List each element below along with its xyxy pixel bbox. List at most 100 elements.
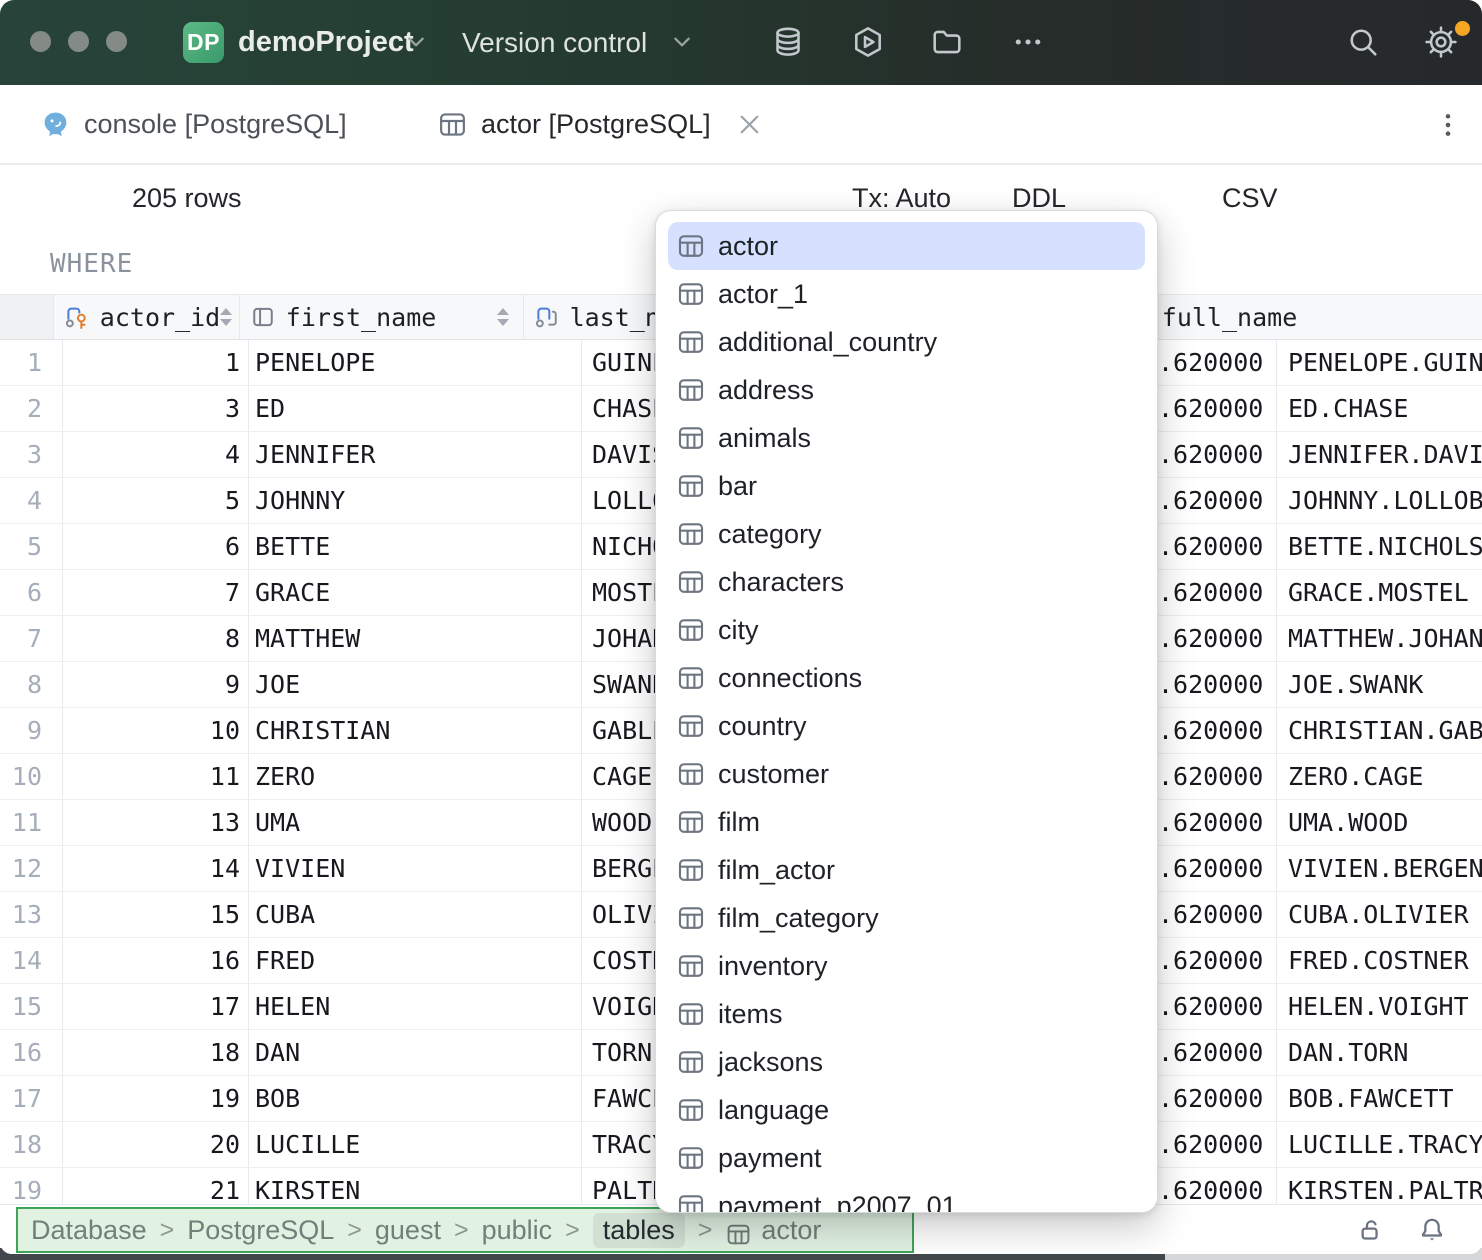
popup-table-item[interactable]: country	[668, 702, 1145, 750]
folder-icon[interactable]	[929, 24, 965, 60]
database-icon[interactable]	[770, 24, 806, 60]
cell-first-name[interactable]: LUCILLE	[249, 1122, 582, 1167]
cell-full-name[interactable]: CHRISTIAN.GABLE	[1277, 708, 1482, 753]
popup-table-item[interactable]: film_category	[668, 894, 1145, 942]
window-close-button[interactable]	[30, 31, 51, 52]
run-icon[interactable]	[850, 24, 886, 60]
tab-console-postgresql[interactable]: console [PostgreSQL]	[40, 85, 347, 163]
breadcrumb-item-tables[interactable]: tables	[593, 1213, 685, 1248]
cell-full-name[interactable]: CUBA.OLIVIER	[1277, 892, 1482, 937]
popup-table-item[interactable]: jacksons	[668, 1038, 1145, 1086]
popup-table-item[interactable]: items	[668, 990, 1145, 1038]
popup-table-item[interactable]: payment_p2007_01	[668, 1182, 1145, 1213]
cell-first-name[interactable]: DAN	[249, 1030, 582, 1075]
export-format-dropdown[interactable]: CSV	[1222, 165, 1278, 232]
cell-first-name[interactable]: KIRSTEN	[249, 1168, 582, 1204]
popup-table-item[interactable]: film	[668, 798, 1145, 846]
column-header-actor-id[interactable]: actor_id	[54, 295, 240, 339]
cell-first-name[interactable]: PENELOPE	[249, 340, 582, 385]
cell-actor-id[interactable]: 16	[63, 938, 249, 983]
cell-actor-id[interactable]: 7	[63, 570, 249, 615]
cell-first-name[interactable]: HELEN	[249, 984, 582, 1029]
cell-full-name[interactable]: FRED.COSTNER	[1277, 938, 1482, 983]
project-name-menu[interactable]: demoProject	[238, 0, 414, 85]
cell-first-name[interactable]: ED	[249, 386, 582, 431]
cell-full-name[interactable]: ZERO.CAGE	[1277, 754, 1482, 799]
cell-full-name[interactable]: DAN.TORN	[1277, 1030, 1482, 1075]
row-count-dropdown[interactable]: 205 rows	[132, 165, 242, 232]
cell-actor-id[interactable]: 8	[63, 616, 249, 661]
cell-first-name[interactable]: VIVIEN	[249, 846, 582, 891]
cell-actor-id[interactable]: 18	[63, 1030, 249, 1075]
column-header-first-name[interactable]: first_name	[240, 295, 524, 339]
popup-table-item[interactable]: bar	[668, 462, 1145, 510]
cell-actor-id[interactable]: 11	[63, 754, 249, 799]
cell-full-name[interactable]: LUCILLE.TRACY	[1277, 1122, 1482, 1167]
cell-actor-id[interactable]: 21	[63, 1168, 249, 1204]
sort-icon[interactable]	[497, 308, 509, 326]
cell-actor-id[interactable]: 4	[63, 432, 249, 477]
cell-actor-id[interactable]: 6	[63, 524, 249, 569]
more-vertical-icon[interactable]	[1432, 109, 1464, 141]
grid-corner-cell[interactable]	[0, 295, 54, 339]
cell-actor-id[interactable]: 17	[63, 984, 249, 1029]
popup-table-item[interactable]: actor_1	[668, 270, 1145, 318]
popup-table-item[interactable]: city	[668, 606, 1145, 654]
cell-first-name[interactable]: JOHNNY	[249, 478, 582, 523]
cell-full-name[interactable]: PENELOPE.GUINESS	[1277, 340, 1482, 385]
cell-actor-id[interactable]: 3	[63, 386, 249, 431]
bell-icon[interactable]	[1416, 1214, 1448, 1246]
cell-first-name[interactable]: CHRISTIAN	[249, 708, 582, 753]
cell-full-name[interactable]: JOE.SWANK	[1277, 662, 1482, 707]
cell-full-name[interactable]: KIRSTEN.PALTROW	[1277, 1168, 1482, 1204]
more-icon[interactable]	[1010, 24, 1046, 60]
breadcrumb-item-guest[interactable]: guest	[375, 1215, 441, 1246]
cell-actor-id[interactable]: 19	[63, 1076, 249, 1121]
cell-first-name[interactable]: MATTHEW	[249, 616, 582, 661]
popup-table-item[interactable]: characters	[668, 558, 1145, 606]
cell-full-name[interactable]: VIVIEN.BERGEN	[1277, 846, 1482, 891]
window-minimize-button[interactable]	[68, 31, 89, 52]
column-header-full-name[interactable]: full_name	[1116, 295, 1482, 339]
cell-full-name[interactable]: JOHNNY.LOLLOBRIGIDA	[1277, 478, 1482, 523]
cell-actor-id[interactable]: 20	[63, 1122, 249, 1167]
cell-first-name[interactable]: FRED	[249, 938, 582, 983]
where-filter-input[interactable]: WHERE	[50, 232, 133, 295]
cell-actor-id[interactable]: 14	[63, 846, 249, 891]
cell-first-name[interactable]: ZERO	[249, 754, 582, 799]
cell-first-name[interactable]: JOE	[249, 662, 582, 707]
popup-table-item[interactable]: connections	[668, 654, 1145, 702]
breadcrumb-item-database[interactable]: Database	[31, 1215, 147, 1246]
popup-table-item[interactable]: additional_country	[668, 318, 1145, 366]
cell-full-name[interactable]: ED.CHASE	[1277, 386, 1482, 431]
popup-table-item[interactable]: film_actor	[668, 846, 1145, 894]
popup-table-item[interactable]: customer	[668, 750, 1145, 798]
window-zoom-button[interactable]	[106, 31, 127, 52]
sort-icon[interactable]	[220, 308, 232, 326]
cell-actor-id[interactable]: 10	[63, 708, 249, 753]
project-badge[interactable]: DP	[183, 22, 224, 63]
cell-actor-id[interactable]: 13	[63, 800, 249, 845]
breadcrumb-item-postgresql[interactable]: PostgreSQL	[187, 1215, 334, 1246]
cell-actor-id[interactable]: 9	[63, 662, 249, 707]
tab-actor-postgresql[interactable]: actor [PostgreSQL]	[437, 85, 765, 163]
popup-table-item[interactable]: category	[668, 510, 1145, 558]
cell-full-name[interactable]: UMA.WOOD	[1277, 800, 1482, 845]
cell-full-name[interactable]: HELEN.VOIGHT	[1277, 984, 1482, 1029]
cell-first-name[interactable]: UMA	[249, 800, 582, 845]
cell-actor-id[interactable]: 15	[63, 892, 249, 937]
close-icon[interactable]	[734, 109, 765, 140]
cell-actor-id[interactable]: 5	[63, 478, 249, 523]
cell-first-name[interactable]: CUBA	[249, 892, 582, 937]
cell-full-name[interactable]: BETTE.NICHOLSON	[1277, 524, 1482, 569]
cell-full-name[interactable]: GRACE.MOSTEL	[1277, 570, 1482, 615]
cell-first-name[interactable]: GRACE	[249, 570, 582, 615]
cell-full-name[interactable]: BOB.FAWCETT	[1277, 1076, 1482, 1121]
popup-table-item[interactable]: address	[668, 366, 1145, 414]
cell-full-name[interactable]: JENNIFER.DAVIS	[1277, 432, 1482, 477]
cell-actor-id[interactable]: 1	[63, 340, 249, 385]
breadcrumb-item-public[interactable]: public	[482, 1215, 553, 1246]
popup-table-item[interactable]: inventory	[668, 942, 1145, 990]
search-icon[interactable]	[1345, 24, 1381, 60]
breadcrumb-item-actor[interactable]: actor	[761, 1215, 821, 1246]
